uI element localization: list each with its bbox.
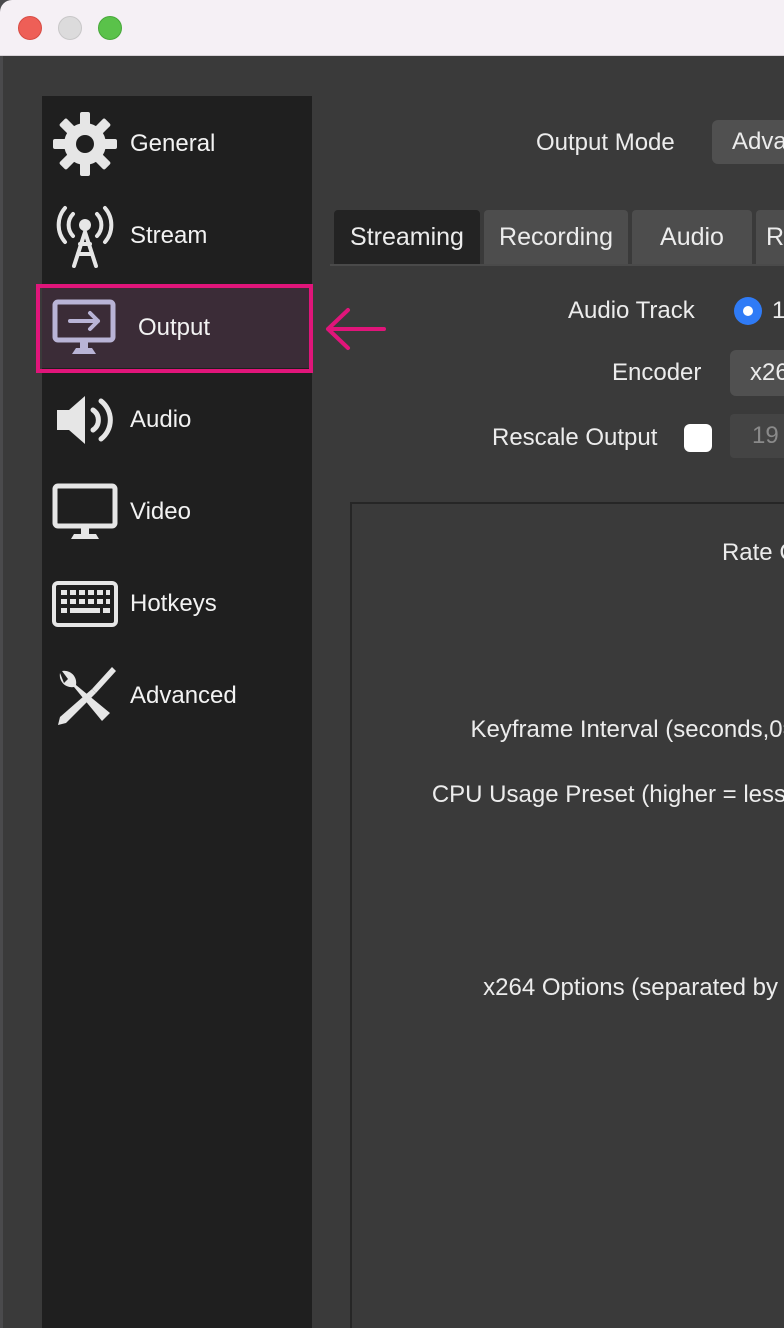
- encoder-label: Encoder: [612, 359, 702, 386]
- tab-streaming[interactable]: Streaming: [334, 210, 480, 264]
- sidebar-item-audio[interactable]: Audio: [42, 380, 312, 460]
- output-mode-dropdown[interactable]: Adva: [712, 120, 784, 164]
- zoom-window-button[interactable]: [98, 16, 122, 40]
- monitor-icon: [52, 480, 118, 544]
- cpu-usage-preset-label: CPU Usage Preset (higher = less C: [431, 781, 784, 808]
- output-mode-label: Output Mode: [536, 129, 675, 156]
- gear-icon: [52, 112, 118, 176]
- output-highlight-annotation: [36, 284, 313, 373]
- sidebar-item-label: Advanced: [130, 682, 237, 709]
- wrench-screwdriver-icon: [52, 664, 118, 728]
- tab-recording[interactable]: Recording: [484, 210, 628, 264]
- keyframe-interval-label: Keyframe Interval (seconds,0=a: [470, 716, 784, 743]
- encoder-dropdown[interactable]: x26: [730, 350, 784, 396]
- speaker-icon: [52, 388, 118, 452]
- keyboard-icon: [52, 572, 118, 636]
- minimize-window-button[interactable]: [58, 16, 82, 40]
- audio-track-1-label: 1: [772, 297, 784, 324]
- sidebar-item-label: Audio: [130, 406, 192, 433]
- encoder-settings-group: Rate Co Bi Keyframe Interval (seconds,0=…: [350, 502, 784, 1328]
- close-window-button[interactable]: [18, 16, 42, 40]
- rescale-output-checkbox[interactable]: [684, 424, 712, 452]
- x264-options-label: x264 Options (separated by sp: [483, 974, 784, 1001]
- tab-audio[interactable]: Audio: [632, 210, 752, 264]
- sidebar-item-hotkeys[interactable]: Hotkeys: [42, 564, 312, 644]
- tab-replay-buffer[interactable]: R: [756, 210, 784, 264]
- audio-track-label: Audio Track: [568, 297, 695, 324]
- rate-control-label: Rate Co: [721, 539, 784, 566]
- tabs-divider: [330, 264, 784, 266]
- rescale-output-label: Rescale Output: [492, 424, 658, 451]
- sidebar-item-stream[interactable]: Stream: [42, 196, 312, 276]
- sidebar-item-video[interactable]: Video: [42, 472, 312, 552]
- left-arrow-icon: [326, 308, 386, 350]
- sidebar-item-label: Hotkeys: [130, 590, 217, 617]
- settings-sidebar: General Stream Output Audio Video Hotkey…: [42, 96, 312, 1328]
- title-bar: [0, 0, 784, 56]
- rescale-resolution-field[interactable]: 19: [730, 414, 784, 458]
- sidebar-item-general[interactable]: General: [42, 104, 312, 184]
- sidebar-item-label: Video: [130, 498, 191, 525]
- sidebar-item-advanced[interactable]: Advanced: [42, 656, 312, 736]
- broadcast-tower-icon: [52, 204, 118, 268]
- sidebar-item-label: General: [130, 130, 216, 157]
- sidebar-item-label: Stream: [130, 222, 208, 249]
- audio-track-1-radio[interactable]: [734, 297, 762, 325]
